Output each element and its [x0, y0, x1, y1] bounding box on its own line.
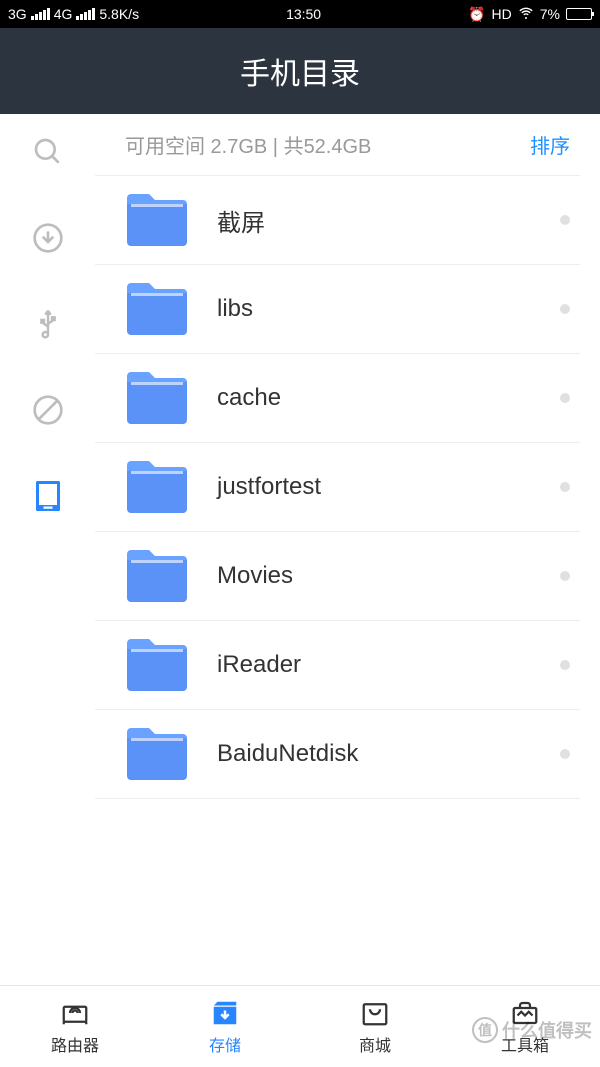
folder-name: BaiduNetdisk [217, 740, 560, 768]
folder-name: cache [217, 384, 560, 412]
folder-row[interactable]: justfortest [95, 443, 580, 532]
folder-list: 截屏 libs cache justfortest Movies iReader Baidu… [95, 176, 580, 799]
folder-action-dot[interactable] [560, 660, 570, 670]
folder-action-dot[interactable] [560, 749, 570, 759]
signal-bars-icon [76, 8, 95, 20]
no-entry-icon [32, 394, 64, 426]
folder-row[interactable]: iReader [95, 621, 580, 710]
folder-icon [125, 548, 189, 604]
folder-action-dot[interactable] [560, 393, 570, 403]
alarm-icon: ⏰ [468, 6, 485, 23]
folder-icon [125, 370, 189, 426]
nav-router-label: 路由器 [51, 1032, 99, 1056]
status-right: ⏰ HD 7% [468, 5, 592, 24]
folder-name: libs [217, 295, 560, 323]
folder-name: justfortest [217, 473, 560, 501]
folder-row[interactable]: cache [95, 354, 580, 443]
folder-row[interactable]: Movies [95, 532, 580, 621]
network-speed: 5.8K/s [99, 6, 139, 22]
sidebar-phone[interactable] [28, 476, 68, 516]
folder-icon [125, 726, 189, 782]
folder-name: Movies [217, 562, 560, 590]
page-title: 手机目录 [240, 49, 360, 93]
battery-icon [566, 8, 592, 20]
watermark: 值 什么值得买 [472, 1017, 592, 1043]
folder-row[interactable]: 截屏 [95, 176, 580, 265]
sidebar-usb[interactable] [28, 304, 68, 344]
search-icon [32, 136, 64, 168]
nav-storage[interactable]: 存储 [150, 986, 300, 1067]
battery-pct: 7% [540, 6, 560, 22]
folder-icon [125, 192, 189, 248]
folder-name: 截屏 [217, 203, 560, 238]
wifi-icon [518, 5, 534, 24]
network-4g: 4G [54, 6, 73, 22]
shop-icon [360, 998, 390, 1028]
folder-action-dot[interactable] [560, 571, 570, 581]
tablet-icon [30, 478, 66, 514]
usb-icon [32, 308, 64, 340]
status-time: 13:50 [286, 6, 321, 22]
sidebar-disc[interactable] [28, 390, 68, 430]
router-icon [60, 998, 90, 1028]
storage-text: 可用空间 2.7GB | 共52.4GB [125, 130, 371, 159]
folder-icon [125, 459, 189, 515]
storage-icon [210, 998, 240, 1028]
sidebar-download[interactable] [28, 218, 68, 258]
folder-icon [125, 281, 189, 337]
folder-icon [125, 637, 189, 693]
folder-row[interactable]: BaiduNetdisk [95, 710, 580, 799]
nav-router[interactable]: 路由器 [0, 986, 150, 1067]
folder-action-dot[interactable] [560, 482, 570, 492]
nav-shop-label: 商城 [359, 1032, 391, 1056]
nav-shop[interactable]: 商城 [300, 986, 450, 1067]
network-3g: 3G [8, 6, 27, 22]
sidebar-search[interactable] [28, 132, 68, 172]
status-bar: 3G 4G 5.8K/s 13:50 ⏰ HD 7% [0, 0, 600, 28]
folder-action-dot[interactable] [560, 304, 570, 314]
body: 可用空间 2.7GB | 共52.4GB 排序 截屏 libs cache justf… [0, 114, 600, 985]
content: 可用空间 2.7GB | 共52.4GB 排序 截屏 libs cache justf… [95, 114, 600, 985]
nav-storage-label: 存储 [209, 1032, 241, 1056]
page-header: 手机目录 [0, 28, 600, 114]
sort-button[interactable]: 排序 [530, 130, 570, 159]
watermark-badge: 值 [472, 1017, 498, 1043]
download-circle-icon [32, 222, 64, 254]
status-left: 3G 4G 5.8K/s [8, 6, 139, 22]
folder-row[interactable]: libs [95, 265, 580, 354]
hd-label: HD [492, 6, 512, 22]
folder-action-dot[interactable] [560, 215, 570, 225]
folder-name: iReader [217, 651, 560, 679]
sidebar [0, 114, 95, 985]
signal-bars-icon [31, 8, 50, 20]
watermark-text: 什么值得买 [502, 1017, 592, 1043]
storage-info-row: 可用空间 2.7GB | 共52.4GB 排序 [95, 114, 580, 176]
